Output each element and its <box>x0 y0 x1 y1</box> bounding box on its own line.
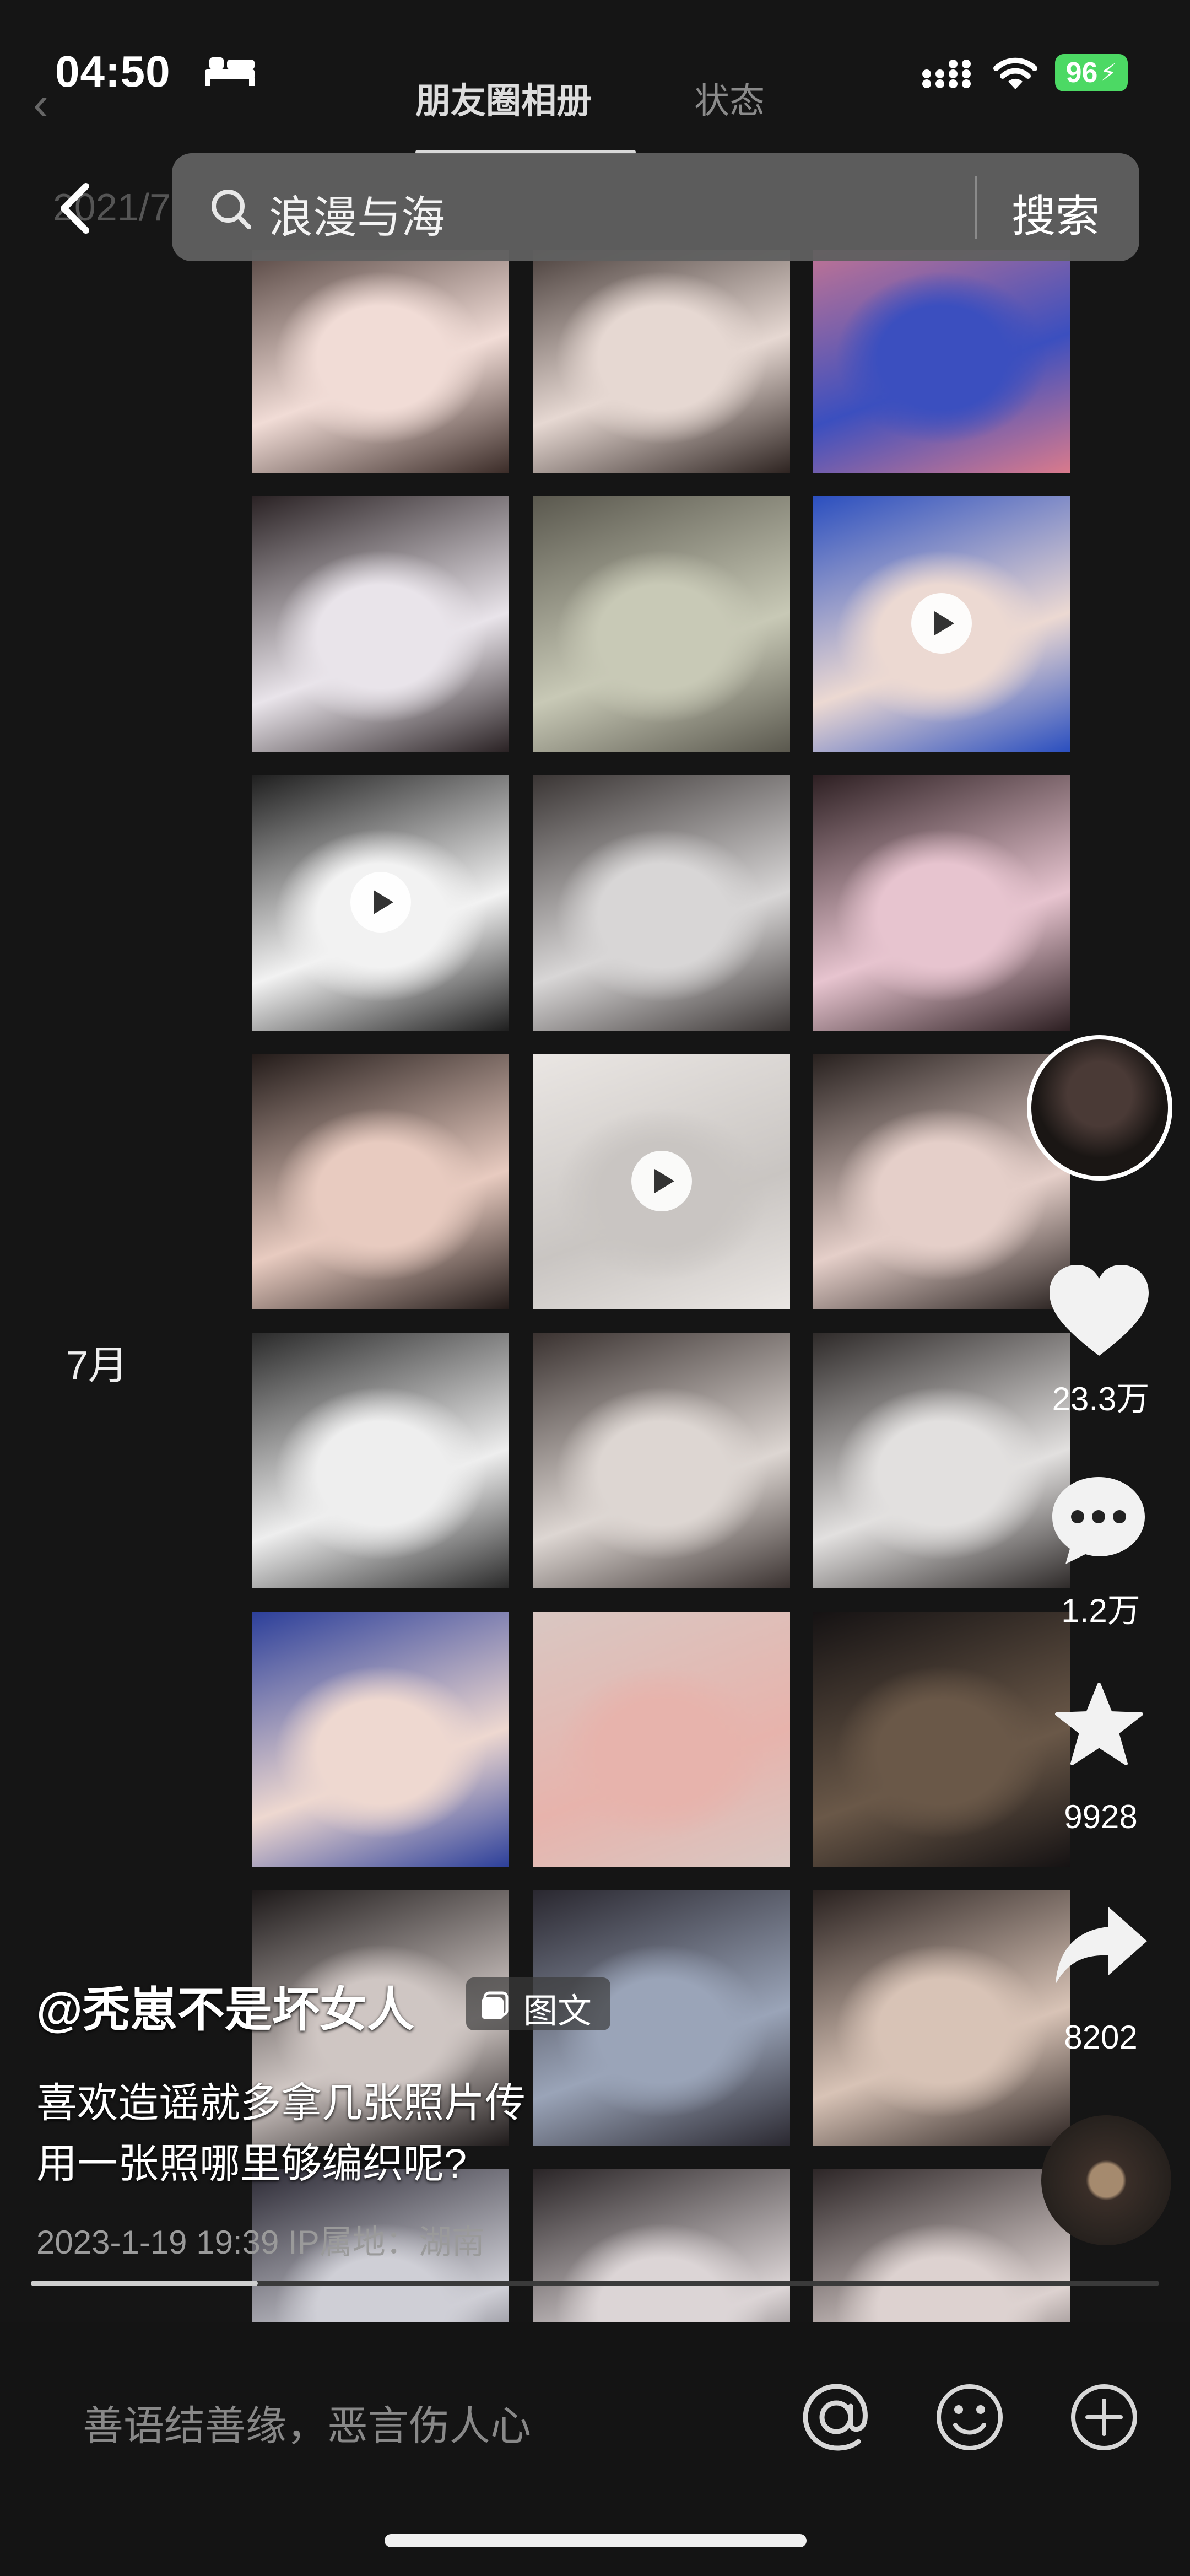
photo-thumbnail[interactable] <box>252 1054 509 1309</box>
post-type-label: 图文 <box>523 1992 592 2030</box>
photo-thumbnail[interactable] <box>813 496 1070 752</box>
carousel-progress-fill <box>31 2281 258 2286</box>
author-avatar[interactable] <box>1027 1035 1172 1181</box>
tab-status[interactable]: 状态 <box>694 73 765 123</box>
photo-thumbnail[interactable] <box>813 1333 1070 1588</box>
status-time: 04:50 <box>55 47 171 96</box>
play-icon <box>911 593 972 654</box>
photo-thumbnail[interactable] <box>813 775 1070 1031</box>
search-divider <box>975 176 977 239</box>
comment-icon[interactable] <box>1049 1473 1148 1566</box>
photo-thumbnail[interactable] <box>252 1612 509 1867</box>
photo-thumbnail[interactable] <box>252 496 509 752</box>
battery-indicator: 96 ⚡ <box>1055 54 1128 91</box>
photo-thumbnail[interactable] <box>533 250 790 473</box>
mention-at-icon[interactable] <box>798 2379 875 2456</box>
favorite-count: 9928 <box>1064 1798 1138 1835</box>
photo-thumbnail[interactable] <box>533 496 790 752</box>
comment-count: 1.2万 <box>1061 1592 1140 1629</box>
add-icon[interactable] <box>1065 2379 1143 2456</box>
tab-moments-album[interactable]: 朋友圈相册 <box>415 73 592 123</box>
photo-thumbnail[interactable] <box>533 1054 790 1309</box>
image-text-icon <box>482 1991 509 2019</box>
wifi-icon <box>993 57 1037 89</box>
play-icon <box>631 1151 692 1211</box>
photo-thumbnail[interactable] <box>533 775 790 1031</box>
photo-thumbnail[interactable] <box>813 2169 1070 2322</box>
charging-bolt-icon: ⚡ <box>1100 59 1117 87</box>
like-count: 23.3万 <box>1052 1381 1150 1418</box>
photo-thumbnail[interactable] <box>533 1333 790 1588</box>
home-indicator <box>385 2534 807 2547</box>
photo-thumbnail[interactable] <box>533 2169 790 2322</box>
sleep-mode-icon <box>205 57 255 86</box>
month-label: 7月 <box>66 1344 128 1388</box>
post-caption-line-1: 喜欢造谣就多拿几张照片传 <box>36 2080 526 2126</box>
comment-input[interactable]: 善语结善缘，恶言伤人心 <box>83 2393 531 2452</box>
share-count: 8202 <box>1064 2019 1138 2056</box>
battery-level: 96 <box>1065 57 1098 89</box>
search-input[interactable]: 浪漫与海 <box>269 182 445 246</box>
back-button[interactable] <box>44 175 110 241</box>
heart-icon[interactable] <box>1047 1262 1151 1361</box>
star-icon[interactable] <box>1054 1682 1144 1770</box>
background-back-icon: ‹ <box>33 78 48 130</box>
search-button[interactable]: 搜索 <box>1012 181 1100 245</box>
play-icon <box>350 872 411 933</box>
music-disc-icon[interactable] <box>1041 2115 1171 2245</box>
photo-thumbnail[interactable] <box>252 250 509 473</box>
post-meta: 2023-1-19 19:39 IP属地：湖南 <box>36 2224 485 2261</box>
photo-thumbnail[interactable] <box>252 1333 509 1588</box>
post-caption-line-2: 用一张照哪里够编织呢? <box>36 2141 467 2186</box>
author-name[interactable]: @秃崽不是坏女人 <box>36 1971 414 2040</box>
photo-thumbnail[interactable] <box>252 775 509 1031</box>
cellular-signal-icon <box>922 60 971 88</box>
share-icon[interactable] <box>1051 1901 1150 1990</box>
emoji-icon[interactable] <box>931 2379 1008 2456</box>
photo-thumbnail[interactable] <box>813 250 1070 473</box>
search-icon <box>212 190 251 229</box>
photo-thumbnail[interactable] <box>533 1612 790 1867</box>
